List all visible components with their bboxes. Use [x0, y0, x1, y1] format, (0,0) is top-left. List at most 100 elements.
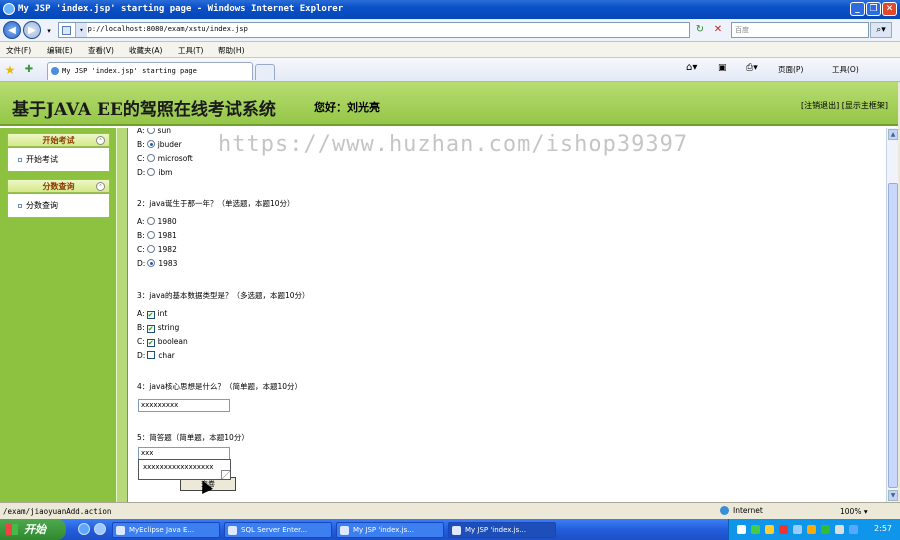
resize-grip-icon[interactable]	[221, 470, 230, 479]
search-button[interactable]: ⌕▾	[870, 22, 892, 38]
favorites-star-icon[interactable]: ★	[3, 63, 17, 77]
tray-icon[interactable]	[849, 525, 858, 534]
option-row[interactable]: C: ✔ boolean	[137, 337, 188, 347]
sidebar-splitter[interactable]	[116, 128, 128, 502]
address-bar[interactable]: http://localhost:8080/exam/xstu/index.js…	[58, 22, 690, 38]
option-row[interactable]: A: 1980	[137, 217, 177, 226]
quicklaunch-icon[interactable]	[94, 523, 106, 535]
autocomplete-suggestion[interactable]: xxxxxxxxxxxxxxxxx	[143, 463, 213, 471]
collapse-icon[interactable]: ⌃	[96, 182, 105, 191]
menu-view[interactable]: 查看(V)	[88, 45, 114, 56]
option-row[interactable]: D: ibm	[137, 168, 172, 177]
tray-icon[interactable]	[807, 525, 816, 534]
option-letter: D:	[137, 351, 146, 360]
radio-button[interactable]	[146, 128, 155, 134]
sidebar-item-label: 分数查询	[26, 201, 58, 210]
option-row[interactable]: B: jbuder	[137, 140, 182, 149]
option-row[interactable]: D: 1983	[137, 259, 177, 268]
new-tab-button[interactable]	[255, 64, 275, 80]
history-dropdown-icon[interactable]: ▾	[42, 24, 56, 38]
option-row[interactable]: A: sun	[137, 128, 171, 135]
option-letter: B:	[137, 231, 145, 240]
option-row[interactable]: A: ✔ int	[137, 309, 167, 319]
tray-icon[interactable]	[737, 525, 746, 534]
forward-button[interactable]: ▶	[23, 21, 41, 39]
taskbar: 开始 MyEclipse Java E... SQL Server Enter.…	[0, 519, 900, 540]
checkbox[interactable]	[147, 351, 156, 359]
menu-file[interactable]: 文件(F)	[6, 45, 31, 56]
page-menu[interactable]: 页面(P)	[778, 64, 803, 75]
option-row[interactable]: B: ✔ string	[137, 323, 179, 333]
task-label: SQL Server Enter...	[241, 526, 308, 534]
answer-input[interactable]: xxxxxxxxx	[138, 399, 230, 412]
option-row[interactable]: C: 1982	[137, 245, 177, 254]
print-icon[interactable]: ⎙▾	[746, 63, 758, 73]
radio-button[interactable]	[147, 259, 156, 267]
menu-edit[interactable]: 编辑(E)	[47, 45, 73, 56]
option-row[interactable]: B: 1981	[137, 231, 177, 240]
taskbar-item-myeclipse[interactable]: MyEclipse Java E...	[112, 522, 220, 538]
maximize-button[interactable]: ❐	[866, 2, 881, 16]
sidebar-section-score[interactable]: 分数查询 ⌃	[7, 179, 110, 193]
quicklaunch-ie-icon[interactable]	[78, 523, 90, 535]
windows-logo-icon	[6, 524, 18, 535]
menu-favorites[interactable]: 收藏夹(A)	[129, 45, 162, 56]
tray-icon[interactable]	[821, 525, 830, 534]
app-title: 基于JAVA EE的驾照在线考试系统	[12, 100, 276, 120]
scroll-thumb[interactable]	[888, 183, 898, 488]
option-row[interactable]: C: microsoft	[137, 154, 193, 163]
autocomplete-dropdown[interactable]: xxxxxxxxxxxxxxxxx	[138, 459, 231, 480]
start-button[interactable]: 开始	[0, 519, 66, 540]
checkbox[interactable]: ✔	[146, 325, 155, 333]
taskbar-item-sqlserver[interactable]: SQL Server Enter...	[224, 522, 332, 538]
sidebar-section-exam[interactable]: 开始考试 ⌃	[7, 133, 110, 147]
tools-menu[interactable]: 工具(O)	[832, 64, 859, 75]
sidebar-section-title: 开始考试	[42, 136, 75, 145]
collapse-icon[interactable]: ⌃	[96, 136, 105, 145]
tray-icon[interactable]	[751, 525, 760, 534]
radio-button[interactable]	[147, 168, 156, 176]
radio-button[interactable]	[146, 231, 155, 239]
scroll-up-icon[interactable]: ▲	[888, 129, 898, 140]
header-links[interactable]: [注销退出] [显示主框架]	[801, 100, 888, 111]
sidebar-item-score-query[interactable]: 分数查询	[18, 200, 58, 211]
menu-help[interactable]: 帮助(H)	[218, 45, 245, 56]
stop-icon[interactable]: ✕	[711, 23, 725, 37]
globe-icon	[720, 506, 729, 515]
tray-icon[interactable]	[835, 525, 844, 534]
menu-tools[interactable]: 工具(T)	[178, 45, 203, 56]
tray-icon[interactable]	[779, 525, 788, 534]
option-text: char	[158, 351, 175, 360]
address-dropdown-icon[interactable]: ▾	[75, 23, 87, 37]
zoom-level[interactable]: 100% ▾	[840, 507, 868, 516]
option-text: string	[157, 323, 180, 332]
close-button[interactable]: ✕	[882, 2, 897, 16]
ie-icon	[3, 3, 15, 15]
minimize-button[interactable]: _	[850, 2, 865, 16]
sidebar-item-start-exam[interactable]: 开始考试	[18, 154, 58, 165]
feeds-icon[interactable]: ▣	[718, 63, 727, 73]
tray-icon[interactable]	[765, 525, 774, 534]
add-favorite-icon[interactable]: ✚	[22, 63, 36, 77]
radio-button[interactable]	[146, 245, 155, 253]
scroll-down-icon[interactable]: ▼	[888, 490, 898, 501]
taskbar-item-ie-2[interactable]: My JSP 'index.js...	[448, 522, 556, 538]
radio-button[interactable]	[146, 140, 155, 148]
radio-button[interactable]	[146, 217, 155, 225]
option-row[interactable]: D: char	[137, 351, 175, 360]
window-title-bar: My JSP 'index.jsp' starting page - Windo…	[0, 0, 900, 19]
radio-button[interactable]	[146, 154, 155, 162]
search-input[interactable]: 百度	[731, 22, 869, 38]
clock[interactable]: 2:57	[874, 524, 892, 533]
vertical-scrollbar[interactable]: ▲ ▼	[886, 128, 898, 502]
taskbar-item-ie-1[interactable]: My JSP 'index.js...	[336, 522, 444, 538]
tab-active[interactable]: My JSP 'index.jsp' starting page	[47, 62, 253, 80]
checkbox[interactable]: ✔	[146, 339, 155, 347]
tab-toolbar: ★ ✚ My JSP 'index.jsp' starting page ⌂▾ …	[0, 58, 900, 82]
checkbox[interactable]: ✔	[146, 311, 155, 319]
back-button[interactable]: ◀	[3, 21, 21, 39]
refresh-icon[interactable]: ↻	[693, 23, 707, 37]
tray-icon[interactable]	[793, 525, 802, 534]
security-zone: Internet	[720, 506, 763, 515]
home-icon[interactable]: ⌂▾	[686, 62, 697, 73]
